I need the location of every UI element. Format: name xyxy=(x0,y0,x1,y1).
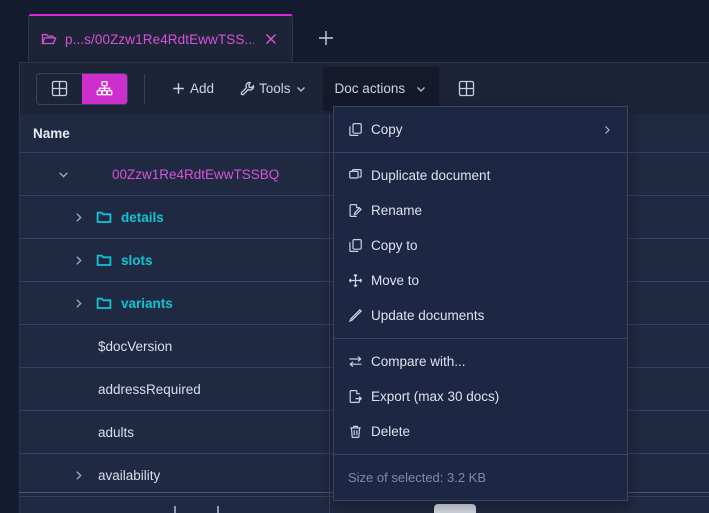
row-expand-toggle[interactable] xyxy=(67,464,89,486)
menu-group: Copy xyxy=(334,107,627,152)
chevron-right-icon xyxy=(75,298,82,308)
hierarchy-icon xyxy=(96,80,113,96)
menu-item-label: Copy xyxy=(371,122,403,137)
row-expand-toggle[interactable] xyxy=(67,249,89,271)
copy-icon xyxy=(349,239,362,252)
doc-actions-menu: Copy Duplicate document Rename Copy to M… xyxy=(333,106,628,501)
doc-actions-button[interactable]: Doc actions xyxy=(322,66,440,111)
copy-icon xyxy=(349,123,362,136)
menu-item-label: Copy to xyxy=(371,238,418,253)
row-label: details xyxy=(121,209,164,225)
grid-icon xyxy=(458,80,474,97)
chevron-right-icon xyxy=(75,212,82,222)
chevron-down-icon xyxy=(58,171,68,178)
bottom-partial-glyph xyxy=(174,506,176,513)
menu-item-label: Rename xyxy=(371,203,423,218)
row-expand-toggle[interactable] xyxy=(67,292,89,314)
folder-open-icon xyxy=(41,33,57,45)
chevron-right-icon xyxy=(75,470,82,480)
pencil-icon xyxy=(348,309,362,323)
plus-icon xyxy=(173,83,184,94)
menu-item-label: Move to xyxy=(371,273,420,288)
doc-actions-button-label: Doc actions xyxy=(334,81,406,96)
tree-view-button[interactable] xyxy=(82,73,127,104)
table-view-button[interactable] xyxy=(37,74,82,104)
trash-icon xyxy=(350,425,361,438)
wrench-icon xyxy=(240,81,255,96)
menu-item-rename[interactable]: Rename xyxy=(334,193,627,228)
menu-item-move-to[interactable]: Move to xyxy=(334,263,627,298)
menu-item-export[interactable]: Export (max 30 docs) xyxy=(334,379,627,414)
add-button-label: Add xyxy=(190,81,215,96)
row-label: addressRequired xyxy=(98,381,201,397)
compare-icon xyxy=(349,356,362,368)
menu-item-label: Compare with... xyxy=(371,354,466,369)
toolbar-divider xyxy=(144,73,145,104)
tab-bar: p...s/00Zzw1Re4RdtEwwTSS... xyxy=(19,0,709,62)
folder-icon xyxy=(96,211,112,223)
menu-item-copy-to[interactable]: Copy to xyxy=(334,228,627,263)
row-expand-toggle[interactable] xyxy=(67,206,89,228)
row-label: slots xyxy=(121,252,153,268)
chevron-down-icon xyxy=(296,86,305,92)
columns-button[interactable] xyxy=(449,73,483,105)
chevron-down-icon xyxy=(417,86,426,92)
row-label: variants xyxy=(121,295,173,311)
new-tab-plus-icon[interactable] xyxy=(315,27,337,49)
rename-icon xyxy=(349,204,362,217)
row-label: 00Zzw1Re4RdtEwwTSSBQ xyxy=(112,166,280,182)
row-name-cell: availability xyxy=(20,453,330,497)
app-window: p...s/00Zzw1Re4RdtEwwTSS... Add Tools Do… xyxy=(0,0,709,513)
view-mode-toggle xyxy=(36,72,128,105)
add-button[interactable]: Add xyxy=(163,73,222,105)
menu-item-duplicate-document[interactable]: Duplicate document xyxy=(334,158,627,193)
row-name-cell: addressRequired xyxy=(20,367,330,411)
row-label: $docVersion xyxy=(98,338,173,354)
move-icon xyxy=(348,273,363,288)
menu-item-label: Duplicate document xyxy=(371,168,491,183)
export-icon xyxy=(349,390,363,403)
row-label: adults xyxy=(98,424,135,440)
menu-item-copy[interactable]: Copy xyxy=(334,112,627,147)
grid-icon xyxy=(51,80,68,97)
tools-button-label: Tools xyxy=(259,81,291,96)
bottom-overlay-pill[interactable] xyxy=(434,504,476,513)
document-tab[interactable]: p...s/00Zzw1Re4RdtEwwTSS... xyxy=(28,14,293,62)
menu-item-label: Delete xyxy=(371,424,411,439)
chevron-right-icon xyxy=(75,255,82,265)
bottom-partial-glyph xyxy=(217,506,219,513)
tab-title: p...s/00Zzw1Re4RdtEwwTSS... xyxy=(65,31,254,47)
chevron-right-icon xyxy=(605,125,610,134)
row-name-cell: slots xyxy=(20,238,330,282)
tools-button[interactable]: Tools xyxy=(232,73,315,105)
column-header-name[interactable]: Name xyxy=(20,114,330,153)
row-name-cell: adults xyxy=(20,410,330,454)
folder-icon xyxy=(96,297,112,309)
folder-icon xyxy=(96,254,112,266)
menu-group: Duplicate document Rename Copy to Move t… xyxy=(334,153,627,338)
row-name-cell: $docVersion xyxy=(20,324,330,368)
row-label: availability xyxy=(98,467,161,483)
close-icon[interactable] xyxy=(262,30,280,48)
duplicate-icon xyxy=(349,169,362,179)
menu-item-label: Export (max 30 docs) xyxy=(371,389,500,404)
row-name-cell: variants xyxy=(20,281,330,325)
row-name-cell: details xyxy=(20,195,330,239)
row-expand-toggle[interactable] xyxy=(52,163,74,185)
window-left-gutter xyxy=(0,0,19,513)
menu-footer-size: Size of selected: 3.2 KB xyxy=(348,470,487,485)
row-name-cell: 00Zzw1Re4RdtEwwTSSBQ xyxy=(20,152,330,196)
menu-item-compare-with[interactable]: Compare with... xyxy=(334,344,627,379)
menu-item-update-documents[interactable]: Update documents xyxy=(334,298,627,333)
menu-item-label: Update documents xyxy=(371,308,485,323)
menu-group: Compare with... Export (max 30 docs) Del… xyxy=(334,339,627,454)
menu-item-delete[interactable]: Delete xyxy=(334,414,627,449)
